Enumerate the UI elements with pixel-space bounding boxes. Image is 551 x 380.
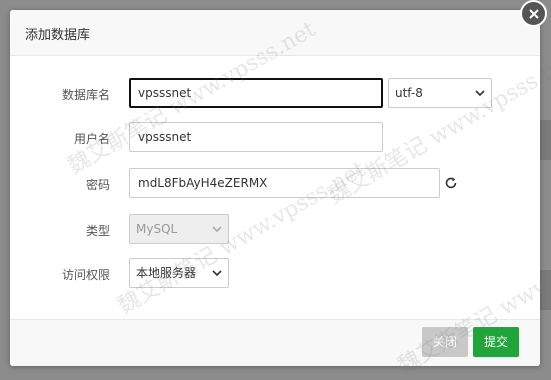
type-select: MySQL: [129, 214, 229, 244]
submit-button[interactable]: 提交: [473, 327, 519, 357]
dialog-title: 添加数据库: [25, 28, 91, 43]
row-db-name: 数据库名 vpsssnet utf-8: [10, 78, 540, 108]
encoding-value: utf-8: [395, 86, 423, 100]
chevron-down-icon: [212, 270, 222, 277]
db-name-input[interactable]: vpsssnet: [129, 78, 383, 108]
row-type: 类型 MySQL: [10, 214, 540, 244]
type-value: MySQL: [136, 222, 178, 236]
username-label: 用户名: [73, 132, 110, 146]
encoding-select[interactable]: utf-8: [388, 78, 492, 108]
username-input[interactable]: vpsssnet: [129, 122, 383, 152]
row-password: 密码 mdL8FbAyH4eZERMX: [10, 168, 540, 198]
password-label: 密码: [85, 178, 110, 192]
chevron-down-icon: [475, 90, 485, 97]
row-access: 访问权限 本地服务器: [10, 258, 540, 288]
type-label: 类型: [85, 224, 110, 238]
dialog-footer: 关闭 提交: [10, 319, 540, 366]
access-label: 访问权限: [61, 268, 110, 282]
refresh-icon[interactable]: [444, 176, 458, 190]
access-select[interactable]: 本地服务器: [129, 258, 229, 288]
close-icon[interactable]: [520, 0, 547, 27]
close-button[interactable]: 关闭: [422, 327, 468, 357]
row-username: 用户名 vpsssnet: [10, 122, 540, 152]
dialog-header: 添加数据库: [10, 10, 540, 56]
access-value: 本地服务器: [136, 266, 197, 280]
chevron-down-icon: [212, 226, 222, 233]
password-input[interactable]: mdL8FbAyH4eZERMX: [129, 168, 440, 198]
add-database-dialog: 添加数据库 数据库名 vpsssnet utf-8 用户名 vpsssnet 密…: [10, 10, 551, 379]
db-name-label: 数据库名: [61, 88, 110, 102]
